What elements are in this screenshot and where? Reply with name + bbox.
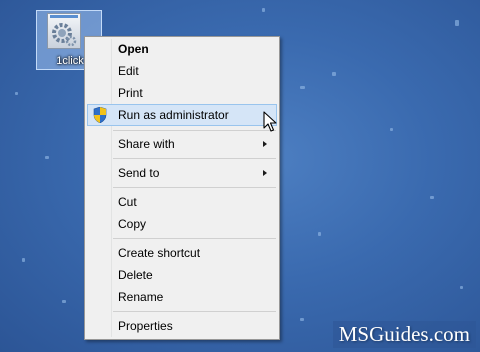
menu-item-label: Create shortcut — [118, 246, 201, 260]
background-speck — [262, 8, 265, 12]
menu-separator — [113, 158, 276, 159]
mouse-pointer-icon — [263, 111, 277, 137]
menu-item-open[interactable]: Open — [87, 38, 277, 60]
menu-item-send-to[interactable]: Send to — [87, 162, 277, 184]
menu-item-copy[interactable]: Copy — [87, 213, 277, 235]
menu-item-label: Run as administrator — [118, 108, 229, 122]
menu-item-label: Edit — [118, 64, 139, 78]
gear-icon — [47, 13, 81, 49]
background-speck — [318, 232, 321, 236]
menu-item-create-shortcut[interactable]: Create shortcut — [87, 242, 277, 264]
uac-shield-icon — [93, 106, 107, 126]
menu-item-properties[interactable]: Properties — [87, 315, 277, 337]
menu-item-label: Send to — [118, 166, 160, 180]
submenu-arrow-icon — [263, 141, 267, 147]
background-speck — [22, 258, 25, 262]
menu-item-label: Delete — [118, 268, 153, 282]
background-speck — [15, 92, 18, 95]
background-speck — [300, 86, 305, 89]
menu-item-run-as-administrator[interactable]: Run as administrator — [87, 104, 277, 126]
context-menu: Open Edit Print Run as administrator Sha… — [84, 36, 280, 340]
background-speck — [300, 318, 304, 321]
menu-item-label: Rename — [118, 290, 164, 304]
background-speck — [455, 20, 459, 26]
background-speck — [390, 128, 393, 131]
background-speck — [45, 156, 49, 159]
submenu-arrow-icon — [263, 170, 267, 176]
menu-separator — [113, 311, 276, 312]
menu-separator — [113, 130, 276, 131]
menu-item-label: Share with — [118, 137, 175, 151]
menu-item-edit[interactable]: Edit — [87, 60, 277, 82]
watermark: MSGuides.com — [332, 321, 476, 348]
menu-separator — [113, 238, 276, 239]
background-speck — [62, 300, 66, 303]
menu-item-label: Properties — [118, 319, 173, 333]
menu-item-share-with[interactable]: Share with — [87, 133, 277, 155]
menu-item-delete[interactable]: Delete — [87, 264, 277, 286]
menu-item-label: Open — [118, 42, 149, 56]
menu-separator — [113, 187, 276, 188]
menu-item-print[interactable]: Print — [87, 82, 277, 104]
menu-item-label: Print — [118, 86, 143, 100]
background-speck — [430, 196, 434, 199]
background-speck — [460, 286, 463, 289]
background-speck — [332, 72, 336, 76]
menu-item-rename[interactable]: Rename — [87, 286, 277, 308]
menu-item-cut[interactable]: Cut — [87, 191, 277, 213]
menu-item-label: Cut — [118, 195, 137, 209]
menu-item-label: Copy — [118, 217, 147, 231]
